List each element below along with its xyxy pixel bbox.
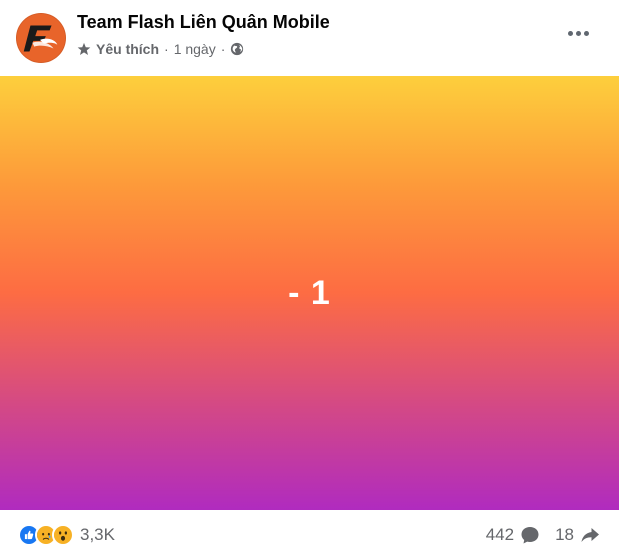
post-footer: 3,3K 442 18: [0, 510, 619, 559]
comment-icon: [521, 527, 539, 544]
dot-icon: [575, 30, 581, 36]
dot-icon: [583, 30, 589, 36]
reactions-summary[interactable]: 3,3K: [18, 524, 115, 546]
engagement-stats: 442 18: [486, 524, 601, 546]
share-count: 18: [555, 525, 574, 544]
more-options-button[interactable]: [556, 19, 600, 47]
post-meta: Yêu thích · 1 ngày ·: [77, 39, 244, 59]
shares-count-link[interactable]: 18: [555, 524, 601, 546]
wow-reaction-icon: [52, 524, 74, 546]
post-text: - 1: [288, 273, 331, 312]
page-avatar[interactable]: [16, 13, 66, 63]
facebook-post-card: Team Flash Liên Quân Mobile Yêu thích · …: [0, 0, 619, 559]
dot-icon: [567, 30, 573, 36]
star-icon: [77, 42, 91, 55]
reaction-count: 3,3K: [80, 525, 115, 544]
share-icon: [581, 528, 599, 542]
post-header: Team Flash Liên Quân Mobile Yêu thích · …: [0, 0, 619, 76]
meta-separator: ·: [220, 41, 226, 57]
favorite-label: Yêu thích: [96, 41, 160, 57]
post-time[interactable]: 1 ngày: [174, 41, 216, 57]
comment-count: 442: [485, 525, 515, 544]
globe-icon[interactable]: [230, 42, 244, 56]
page-name[interactable]: Team Flash Liên Quân Mobile: [77, 12, 330, 33]
comments-count-link[interactable]: 442: [486, 524, 541, 546]
meta-separator: ·: [164, 41, 169, 57]
post-background[interactable]: - 1: [0, 76, 619, 510]
team-flash-logo-icon: [17, 14, 65, 62]
